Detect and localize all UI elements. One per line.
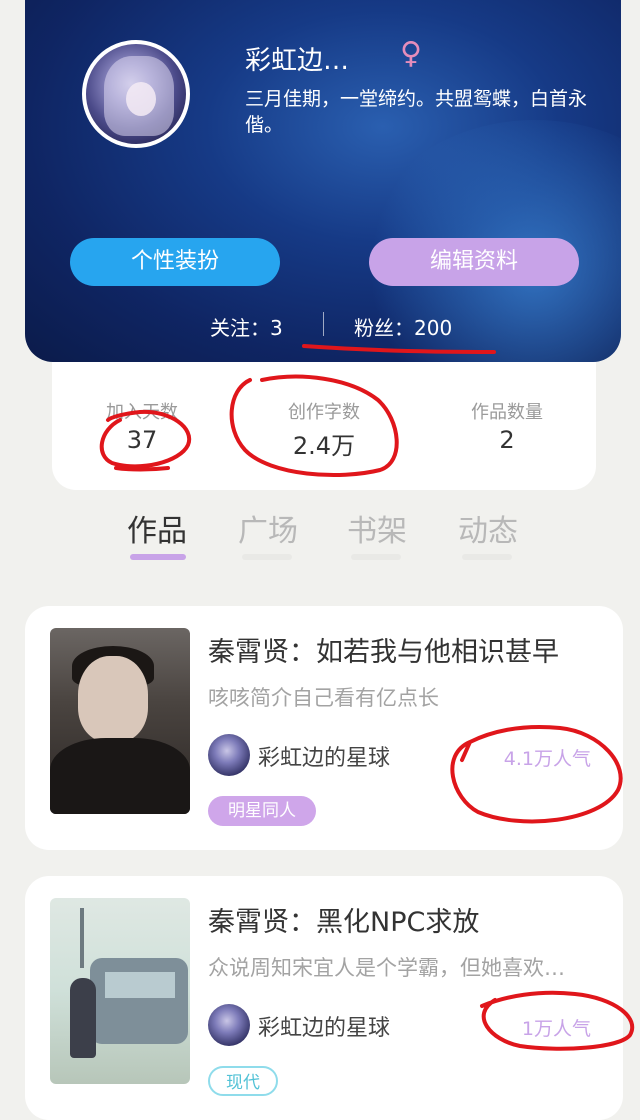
tab-bookshelf[interactable]: 书架: [347, 506, 407, 550]
content-tabs: 作品 广场 书架 动态: [0, 500, 640, 580]
author-avatar[interactable]: [208, 1004, 250, 1046]
stat-value: 2: [499, 426, 515, 454]
cover-girl: [70, 978, 96, 1058]
tab-indicator-placeholder: [242, 554, 292, 560]
stat-value: 37: [126, 426, 158, 454]
tab-indicator-placeholder: [351, 554, 401, 560]
tab-activity[interactable]: 动态: [458, 506, 518, 550]
tab-works[interactable]: 作品: [127, 506, 187, 550]
stat-label: 创作字数: [288, 402, 360, 423]
avatar-face: [126, 82, 156, 116]
popularity-count: 1万人气: [521, 1018, 591, 1040]
following-count[interactable]: 关注：3: [210, 312, 283, 341]
stat-value: 2.4万: [292, 432, 356, 460]
work-cover[interactable]: [50, 628, 190, 814]
gender-female-icon: ♀: [400, 36, 422, 71]
work-card[interactable]: 秦霄贤：如若我与他相识甚早 咳咳简介自己看有亿点长 彩虹边的星球 4.1万人气 …: [25, 606, 623, 850]
dress-up-button[interactable]: 个性装扮: [70, 238, 280, 286]
follow-divider: [323, 312, 324, 336]
tab-square[interactable]: 广场: [238, 506, 298, 550]
stat-join-days: 加入天数 37: [62, 398, 222, 454]
work-cover[interactable]: [50, 898, 190, 1084]
edit-profile-button[interactable]: 编辑资料: [369, 238, 579, 286]
author-avatar[interactable]: [208, 734, 250, 776]
genre-tag[interactable]: 现代: [208, 1066, 278, 1096]
cover-signpost: [80, 908, 84, 968]
profile-name: 彩虹边…: [245, 46, 350, 76]
work-title[interactable]: 秦霄贤：黑化NPC求放: [208, 900, 479, 939]
profile-avatar[interactable]: [82, 40, 190, 148]
stats-card: 加入天数 37 创作字数 2.4万 作品数量 2: [52, 362, 596, 490]
cover-van-window: [105, 972, 175, 998]
profile-bio: 三月佳期，一堂缔约。共盟鸳蝶，白首永偕。: [245, 88, 588, 136]
stat-label: 加入天数: [106, 402, 178, 423]
cover-van: [90, 958, 188, 1044]
active-tab-indicator: [130, 554, 186, 560]
cover-body: [50, 738, 190, 814]
work-desc: 咳咳简介自己看有亿点长: [208, 686, 439, 710]
stat-label: 作品数量: [471, 402, 543, 423]
stat-word-count: 创作字数 2.4万: [244, 398, 404, 461]
work-card[interactable]: 秦霄贤：黑化NPC求放 众说周知宋宜人是个学霸，但她喜欢… 彩虹边的星球 1万人…: [25, 876, 623, 1120]
author-name[interactable]: 彩虹边的星球: [258, 1010, 390, 1042]
tab-indicator-placeholder: [462, 554, 512, 560]
cover-face: [78, 656, 148, 742]
genre-tag[interactable]: 明星同人: [208, 796, 316, 826]
work-desc: 众说周知宋宜人是个学霸，但她喜欢…: [208, 956, 565, 980]
author-name[interactable]: 彩虹边的星球: [258, 740, 390, 772]
fans-count[interactable]: 粉丝：200: [354, 312, 452, 341]
work-title[interactable]: 秦霄贤：如若我与他相识甚早: [208, 630, 559, 669]
stat-works-count: 作品数量 2: [427, 398, 587, 454]
popularity-count: 4.1万人气: [503, 748, 591, 770]
